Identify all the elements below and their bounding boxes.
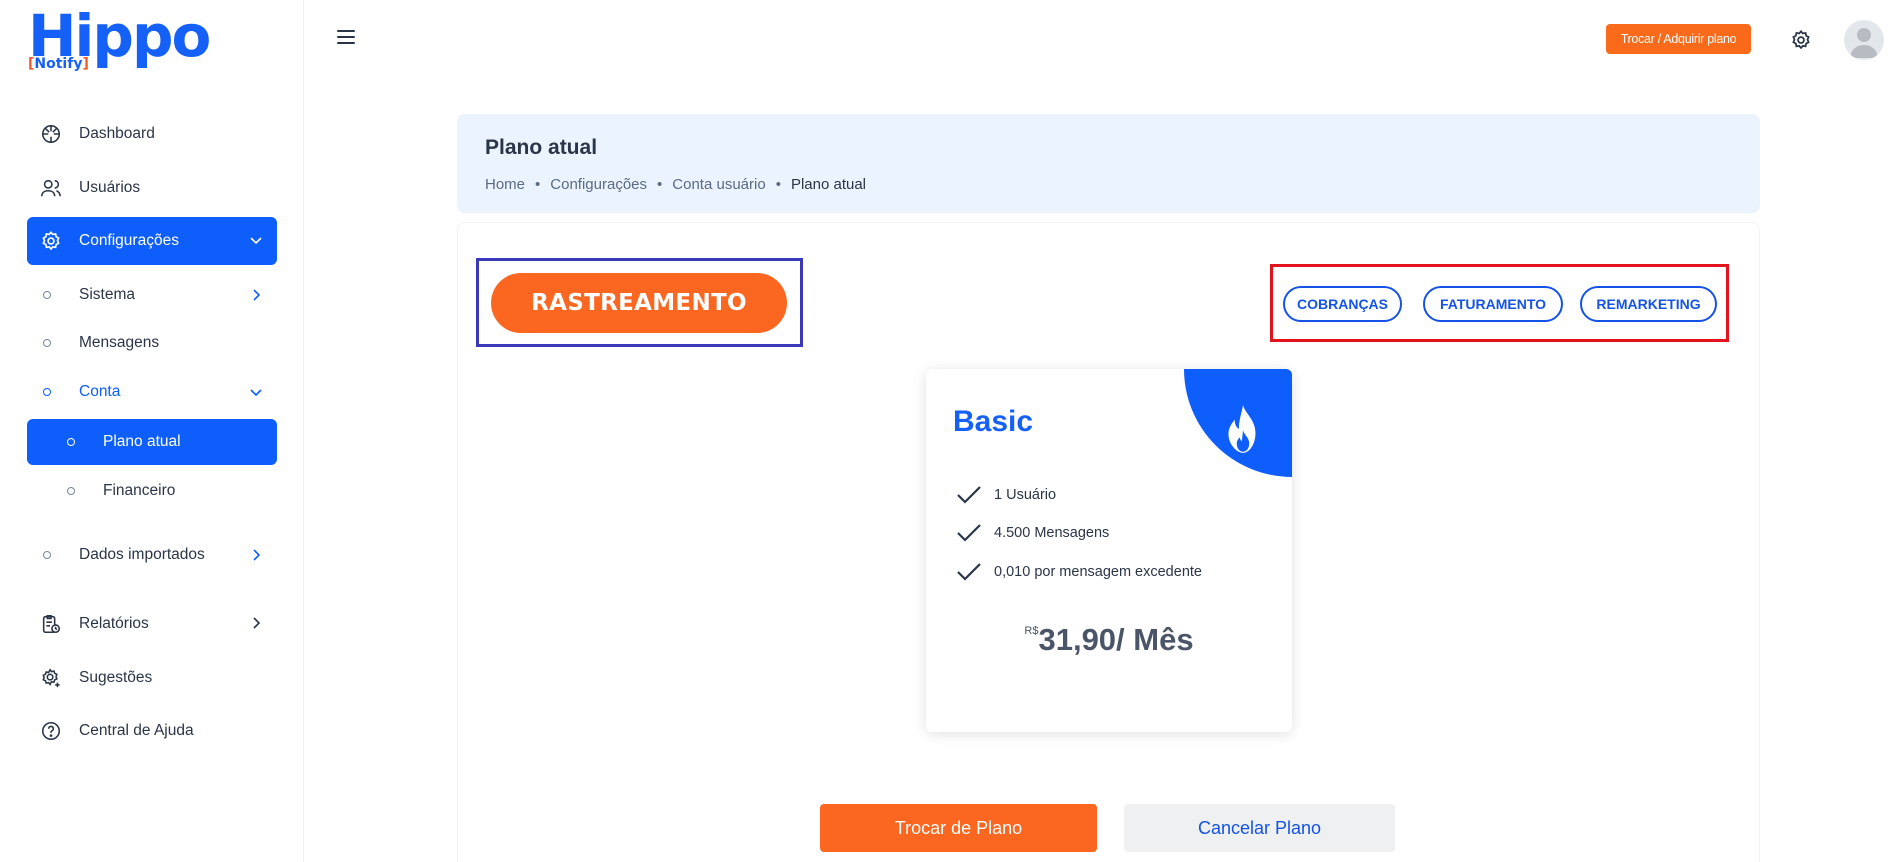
menu-toggle-icon[interactable] xyxy=(337,30,355,44)
logo[interactable]: Hippo [Notify] xyxy=(28,6,211,76)
plan-price: R$31,90/ Mês xyxy=(926,622,1292,658)
reports-icon xyxy=(39,612,63,636)
sidebar-item-label: Dashboard xyxy=(79,125,155,142)
page-title: Plano atual xyxy=(485,136,598,159)
sidebar-item-label: Mensagens xyxy=(79,334,160,351)
chevron-right-icon xyxy=(253,617,261,629)
sidebar-item-central-ajuda[interactable]: Central de Ajuda xyxy=(27,707,277,755)
breadcrumb-conta-usuario[interactable]: Conta usuário xyxy=(672,176,765,193)
bullet-icon xyxy=(43,339,51,347)
sidebar-item-relatorios[interactable]: Relatórios xyxy=(27,600,277,648)
sidebar-item-label: Financeiro xyxy=(103,482,176,499)
sidebar-subitem-plano-atual[interactable]: Plano atual xyxy=(27,419,277,465)
price-currency: R$ xyxy=(1024,625,1039,637)
sidebar-item-dashboard[interactable]: Dashboard xyxy=(27,110,277,158)
flame-icon xyxy=(1228,405,1256,453)
avatar[interactable] xyxy=(1844,20,1884,60)
settings-icon xyxy=(39,229,63,253)
chevron-right-icon xyxy=(253,289,261,301)
breadcrumb-separator: • xyxy=(775,176,781,193)
bullet-icon xyxy=(67,487,75,495)
sidebar-subitem-sistema[interactable]: Sistema xyxy=(27,272,277,318)
sidebar-item-label: Configurações xyxy=(79,232,179,249)
change-plan-top-button[interactable]: Trocar / Adquirir plano xyxy=(1606,24,1751,54)
check-icon xyxy=(957,486,981,504)
help-icon xyxy=(39,719,63,743)
chevron-down-icon xyxy=(250,237,262,245)
chevron-down-icon xyxy=(250,389,262,397)
change-plan-button[interactable]: Trocar de Plano xyxy=(820,804,1097,852)
breadcrumb-separator: • xyxy=(657,176,663,193)
sidebar-item-configuracoes[interactable]: Configurações xyxy=(27,217,277,265)
bullet-icon xyxy=(67,438,75,446)
check-icon xyxy=(957,563,981,581)
gear-icon[interactable] xyxy=(1790,29,1812,51)
module-faturamento-button[interactable]: FATURAMENTO xyxy=(1423,286,1563,322)
logo-tagline: [Notify] xyxy=(28,56,89,72)
breadcrumb-current: Plano atual xyxy=(790,176,867,193)
page-header: Plano atual Home • Configurações • Conta… xyxy=(457,114,1760,213)
breadcrumb-configuracoes[interactable]: Configurações xyxy=(550,176,647,193)
plan-feature: 4.500 Mensagens xyxy=(956,523,1109,543)
sidebar-subitem-financeiro[interactable]: Financeiro xyxy=(27,468,277,514)
module-cobrancas-button[interactable]: COBRANÇAS xyxy=(1283,286,1402,322)
breadcrumb-home[interactable]: Home xyxy=(485,176,525,193)
check-icon xyxy=(957,524,981,542)
breadcrumb: Home • Configurações • Conta usuário • P… xyxy=(485,176,866,193)
users-icon xyxy=(39,176,63,200)
bullet-icon xyxy=(43,388,51,396)
bullet-icon xyxy=(43,551,51,559)
cancel-plan-button[interactable]: Cancelar Plano xyxy=(1124,804,1395,852)
sidebar-item-label: Central de Ajuda xyxy=(79,722,194,739)
chevron-right-icon xyxy=(253,549,261,561)
bullet-icon xyxy=(43,291,51,299)
sidebar: Hippo [Notify] Dashboard Usuários Config… xyxy=(0,0,304,862)
plan-card: Basic 1 Usuário 4.500 Mensagens 0,010 po… xyxy=(926,369,1292,732)
plan-feature: 1 Usuário xyxy=(956,485,1056,505)
sidebar-item-label: Sugestões xyxy=(79,669,153,686)
sidebar-item-label: Relatórios xyxy=(79,615,149,632)
sidebar-subitem-mensagens[interactable]: Mensagens xyxy=(27,320,277,366)
sidebar-item-sugestoes[interactable]: Sugestões xyxy=(27,654,277,702)
sidebar-item-users[interactable]: Usuários xyxy=(27,164,277,212)
plan-feature: 0,010 por mensagem excedente xyxy=(956,562,1202,582)
module-rastreamento-button[interactable]: RASTREAMENTO xyxy=(491,273,787,333)
sidebar-item-label: Sistema xyxy=(79,286,135,303)
sidebar-item-label: Conta xyxy=(79,383,121,400)
suggestions-icon xyxy=(39,666,63,690)
module-remarketing-button[interactable]: REMARKETING xyxy=(1580,286,1717,322)
sidebar-subitem-dados-importados[interactable]: Dados importados xyxy=(27,532,277,578)
price-value: 31,90/ Mês xyxy=(1038,622,1194,657)
sidebar-item-label: Plano atual xyxy=(103,433,181,450)
plan-name: Basic xyxy=(953,405,1034,438)
breadcrumb-separator: • xyxy=(535,176,541,193)
sidebar-item-label: Dados importados xyxy=(79,546,205,563)
dashboard-icon xyxy=(39,122,63,146)
sidebar-subitem-conta[interactable]: Conta xyxy=(27,369,277,415)
sidebar-item-label: Usuários xyxy=(79,179,141,196)
